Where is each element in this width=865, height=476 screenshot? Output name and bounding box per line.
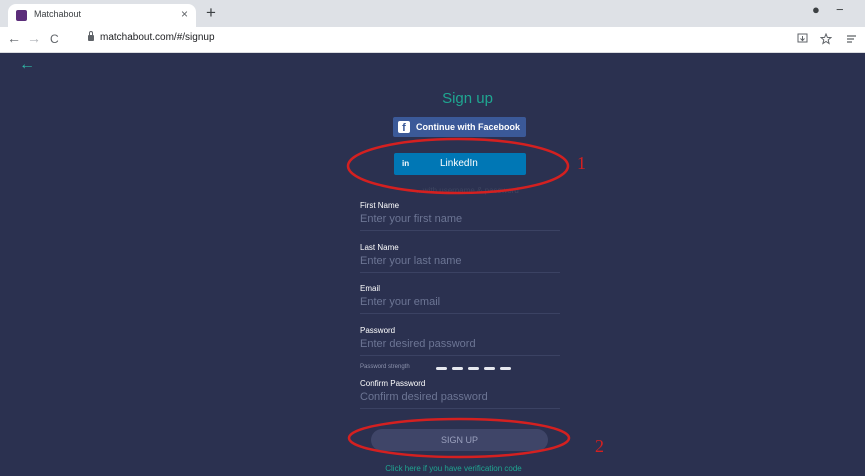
annotation-ellipse-1 bbox=[346, 137, 570, 195]
annotation-ellipse-2 bbox=[347, 417, 571, 459]
annotation-overlay bbox=[346, 137, 571, 459]
annotation-number-2: 2 bbox=[595, 436, 604, 456]
annotation-number-1: 1 bbox=[577, 153, 586, 173]
